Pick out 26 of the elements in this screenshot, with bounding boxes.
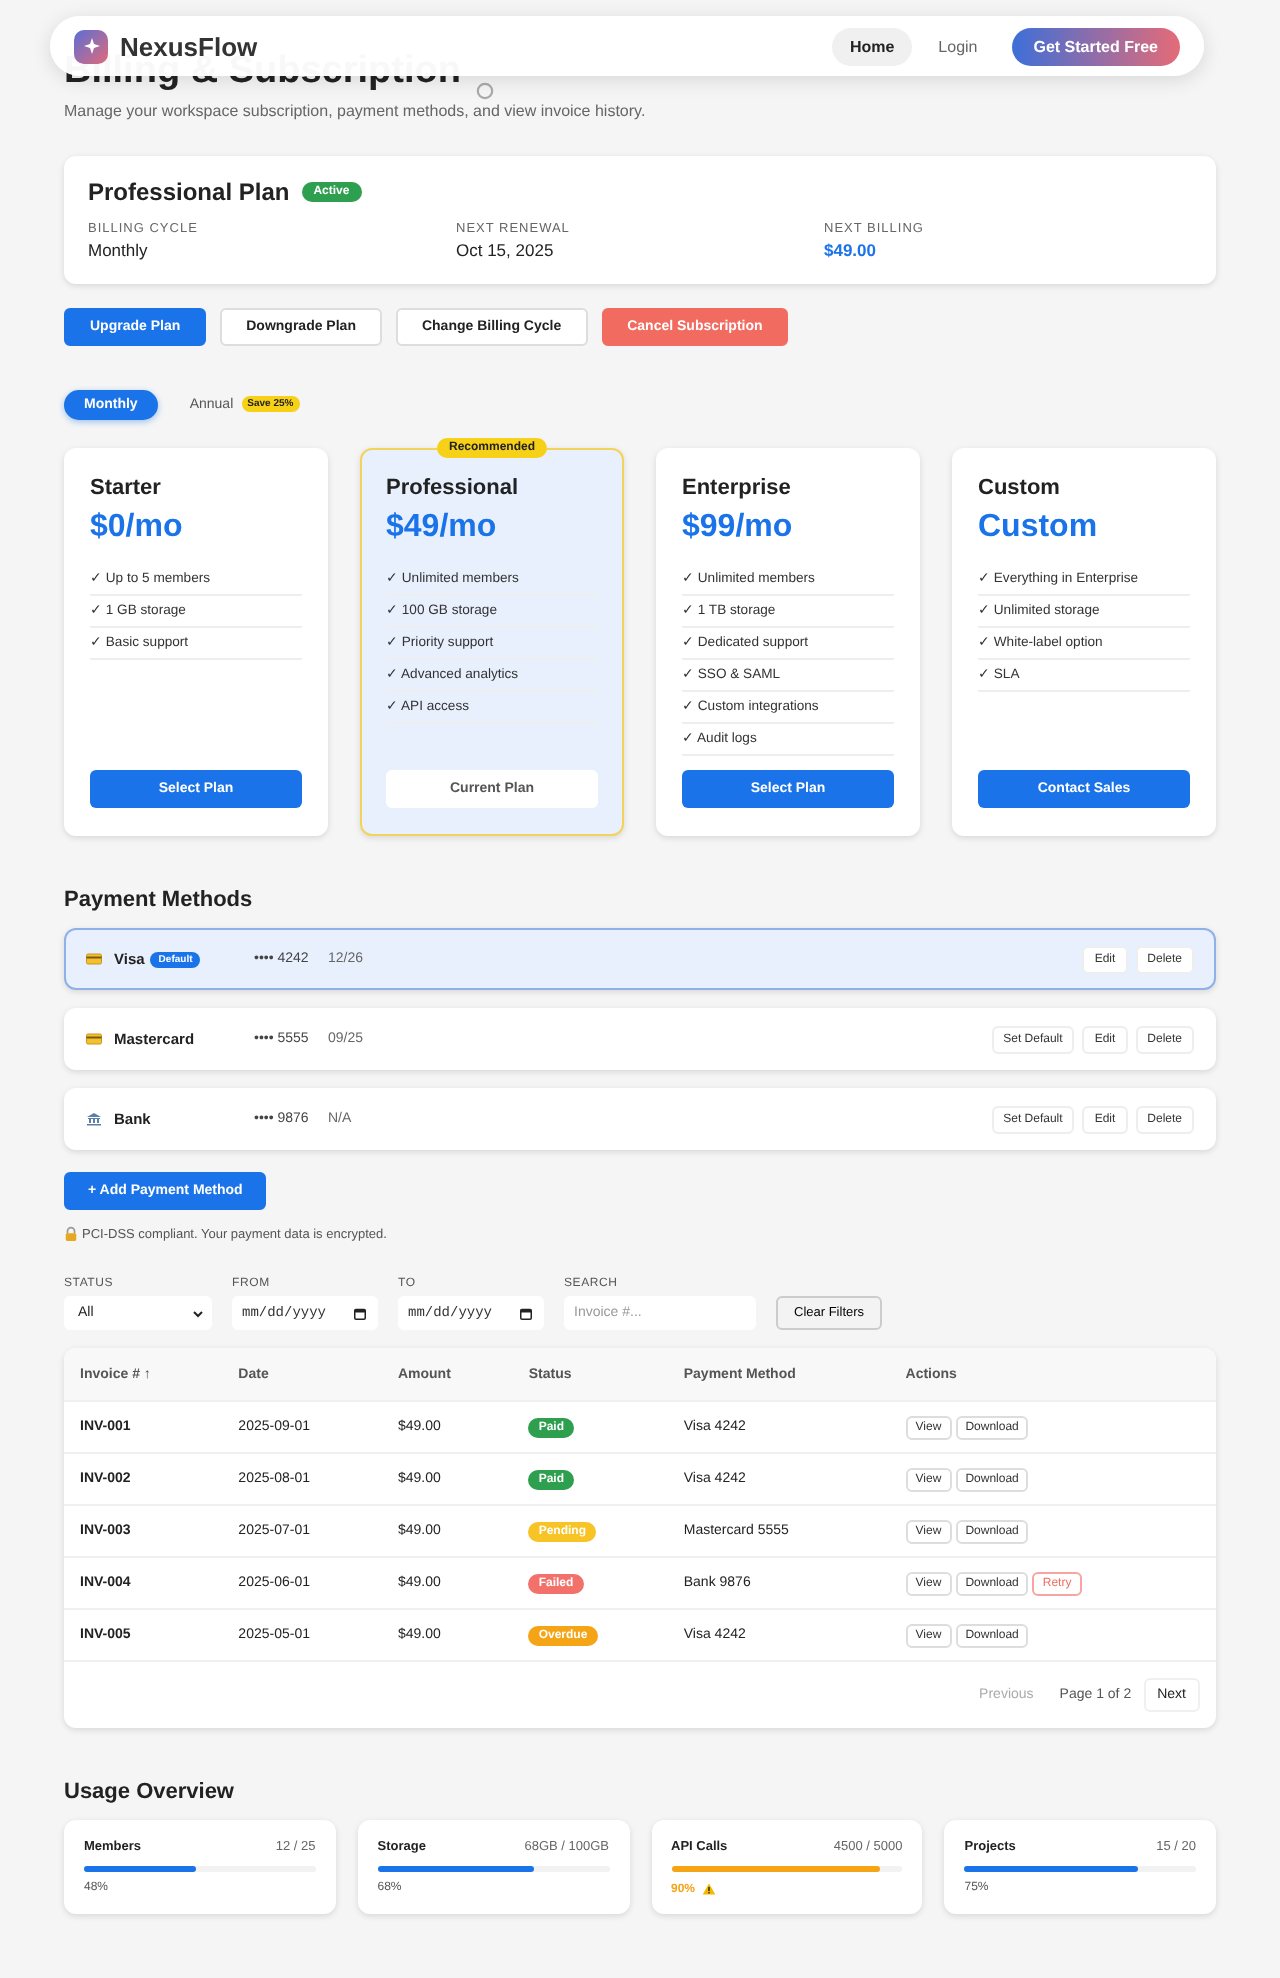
field-value: Oct 15, 2025 [456, 240, 556, 260]
plan-title: Starter [90, 476, 163, 500]
plan-price: Custom [978, 510, 1100, 546]
section-heading: Payment Methods [64, 888, 255, 912]
lock-icon [64, 1226, 78, 1242]
calendar-icon[interactable] [520, 1307, 532, 1319]
credit-card-icon [86, 952, 102, 966]
plan-title: Professional [386, 476, 521, 500]
chevron-down-icon [192, 1307, 204, 1319]
credit-card-icon [86, 1032, 102, 1046]
plan-title: Enterprise [682, 476, 793, 500]
calendar-icon[interactable] [354, 1307, 366, 1319]
page-subtitle: Manage your workspace subscription, payment methods, and view invoice history. [64, 102, 648, 120]
nav-link[interactable]: Login [920, 27, 996, 65]
warning-icon [701, 1882, 716, 1896]
plan-title: Custom [978, 476, 1062, 500]
section-heading: Usage Overview [64, 1780, 236, 1804]
field-value: Monthly [88, 240, 150, 260]
plan-price: $99/mo [682, 510, 795, 546]
bank-icon [86, 1112, 102, 1126]
plan-name: Professional Plan [88, 178, 290, 206]
plan-price: $49/mo [386, 510, 499, 546]
nav-link[interactable]: Home [831, 27, 913, 65]
plan-price: $0/mo [90, 510, 185, 546]
field-value: $49.00 [824, 240, 878, 260]
get-started-button[interactable]: Get Started Free [1011, 27, 1180, 65]
